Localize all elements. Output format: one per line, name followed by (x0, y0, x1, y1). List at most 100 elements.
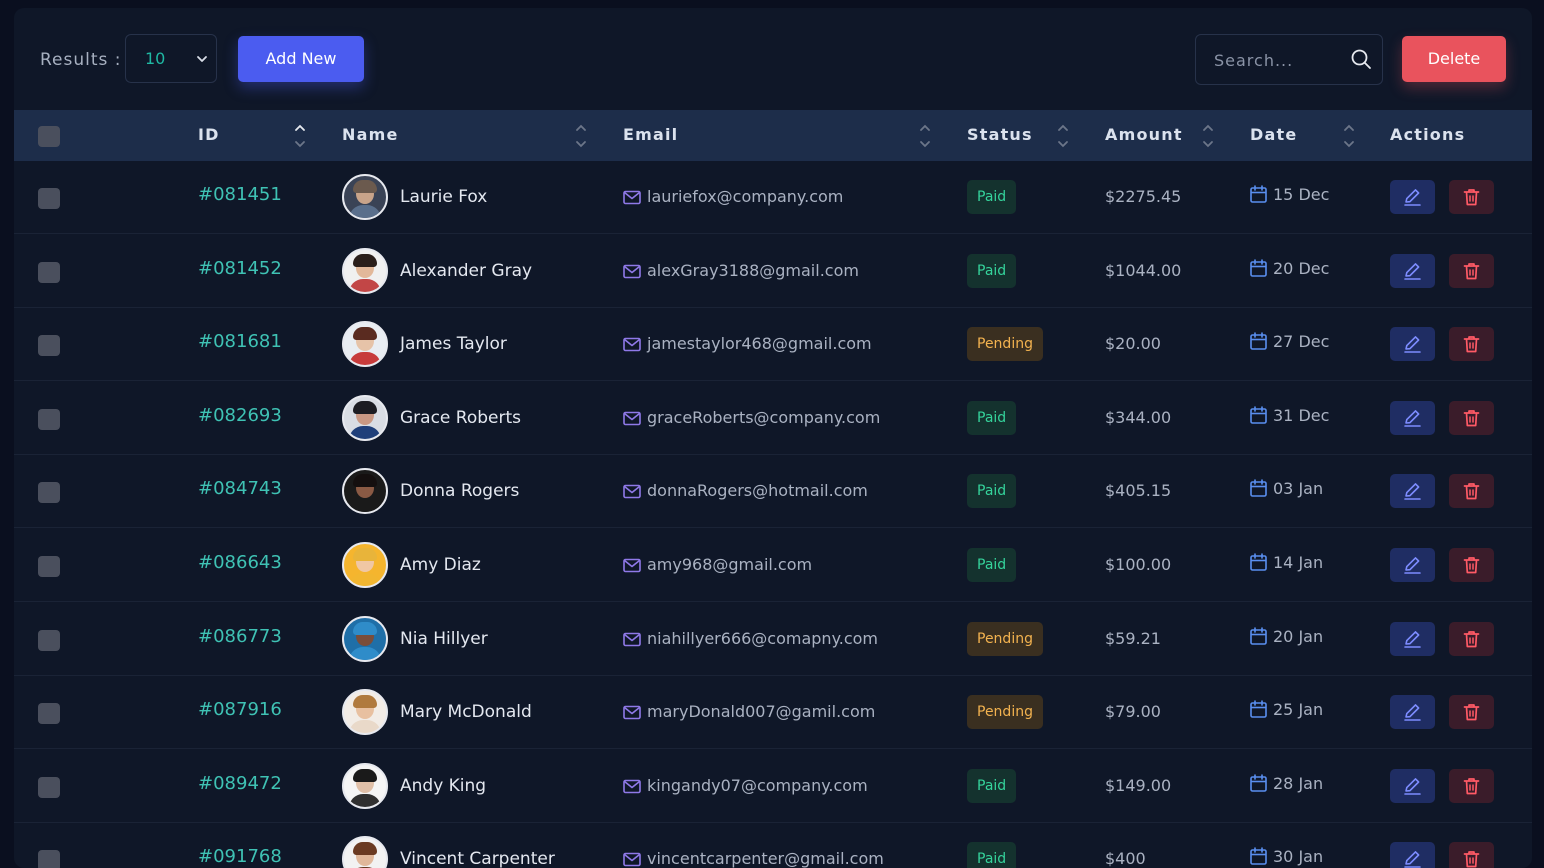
edit-button[interactable] (1390, 180, 1435, 214)
table-row[interactable]: #087916 Mary McDonald maryDonald007@gamil.… (14, 676, 1532, 750)
search-input[interactable] (1214, 48, 1344, 72)
sort-icon[interactable] (1201, 123, 1215, 149)
column-header-amount[interactable]: Amount (1105, 125, 1183, 144)
row-checkbox[interactable] (38, 188, 60, 209)
edit-icon (1404, 630, 1421, 648)
column-header-email[interactable]: Email (623, 125, 678, 144)
table-row[interactable]: #086643 Amy Diaz amy968@gmail.com Paid $100.… (14, 529, 1532, 602)
row-email: graceRoberts@company.com (623, 408, 880, 427)
table-row[interactable]: #084743 Donna Rogers donnaRogers@hotmail.c… (14, 455, 1532, 529)
column-header-id[interactable]: ID (198, 125, 220, 144)
select-all-checkbox[interactable] (38, 126, 60, 147)
row-id[interactable]: #086643 (198, 552, 282, 573)
edit-button[interactable] (1390, 400, 1435, 435)
edit-button[interactable] (1390, 548, 1435, 582)
delete-row-button[interactable] (1449, 621, 1494, 656)
edit-button[interactable] (1390, 474, 1435, 509)
status-badge: Paid (967, 768, 1017, 803)
delete-row-button[interactable] (1449, 180, 1494, 214)
delete-row-button[interactable] (1449, 253, 1494, 288)
table-row[interactable]: #081681 James Taylor jamestaylor468@gmail.… (14, 308, 1532, 382)
row-checkbox[interactable] (38, 776, 60, 798)
status-badge: Paid (967, 180, 1017, 214)
row-checkbox[interactable] (38, 482, 60, 504)
row-name: Mary McDonald (400, 702, 532, 723)
add-new-button[interactable]: Add New (238, 36, 364, 82)
row-checkbox[interactable] (38, 261, 60, 283)
avatar (342, 247, 388, 294)
chevron-down-icon (197, 56, 207, 62)
row-id[interactable]: #086773 (198, 626, 282, 647)
row-email: donnaRogers@hotmail.com (623, 481, 868, 500)
table-row[interactable]: #091768 Vincent Carpenter vincentcarpenter… (14, 823, 1532, 868)
row-date-text: 27 Dec (1273, 332, 1330, 352)
row-date: 15 Dec (1250, 185, 1329, 204)
status-badge: Pending (967, 327, 1043, 362)
sort-icon[interactable] (293, 123, 307, 149)
edit-button[interactable] (1390, 768, 1435, 803)
row-id[interactable]: #081451 (198, 184, 282, 205)
row-checkbox[interactable] (38, 408, 60, 430)
row-email: kingandy07@company.com (623, 776, 868, 795)
table-row[interactable]: #082693 Grace Roberts graceRoberts@company… (14, 382, 1532, 455)
status-badge: Pending (967, 621, 1043, 656)
row-amount: $149.00 (1105, 775, 1172, 795)
row-checkbox[interactable] (38, 556, 60, 577)
delete-row-button[interactable] (1449, 842, 1494, 868)
delete-row-button[interactable] (1449, 474, 1494, 509)
avatar (342, 321, 388, 368)
results-per-page-value: 10 (145, 49, 166, 68)
row-id[interactable]: #084743 (198, 478, 282, 499)
edit-button[interactable] (1390, 842, 1435, 868)
row-id[interactable]: #082693 (198, 405, 282, 426)
row-checkbox[interactable] (38, 850, 60, 868)
row-id[interactable]: #089472 (198, 773, 282, 794)
delete-row-button[interactable] (1449, 695, 1494, 730)
results-per-page-select[interactable]: 10 (125, 34, 217, 83)
row-email: vincentcarpenter@gmail.com (623, 849, 884, 868)
row-date-text: 20 Jan (1273, 626, 1324, 646)
search-box[interactable] (1195, 34, 1383, 85)
status-badge: Paid (967, 548, 1017, 582)
row-amount: $100.00 (1105, 555, 1172, 574)
column-header-status[interactable]: Status (967, 125, 1033, 144)
row-date: 30 Jan (1250, 847, 1323, 866)
row-amount: $400 (1105, 849, 1146, 868)
sort-icon[interactable] (1056, 123, 1070, 149)
edit-button[interactable] (1390, 253, 1435, 288)
row-amount: $2275.45 (1105, 187, 1182, 206)
row-checkbox[interactable] (38, 629, 60, 651)
delete-row-button[interactable] (1449, 400, 1494, 435)
table-row[interactable]: #081451 Laurie Fox lauriefox@company.com Pa… (14, 161, 1532, 234)
sort-icon[interactable] (574, 123, 588, 149)
calendar-icon (1250, 626, 1267, 645)
trash-icon (1463, 336, 1480, 353)
row-email: jamestaylor468@gmail.com (623, 334, 872, 353)
row-checkbox[interactable] (38, 335, 60, 357)
table-row[interactable]: #081452 Alexander Gray alexGray3188@gmail.… (14, 235, 1532, 308)
edit-button[interactable] (1390, 621, 1435, 656)
row-date: 25 Jan (1250, 700, 1323, 719)
row-checkbox[interactable] (38, 703, 60, 725)
row-amount: $79.00 (1105, 702, 1161, 722)
edit-button[interactable] (1390, 695, 1435, 730)
table-row[interactable]: #086773 Nia Hillyer niahillyer666@comapny.… (14, 603, 1532, 676)
edit-button[interactable] (1390, 327, 1435, 362)
mail-icon (623, 337, 641, 352)
search-icon[interactable] (1350, 48, 1372, 70)
row-id[interactable]: #081681 (198, 331, 282, 352)
sort-icon[interactable] (918, 123, 932, 149)
delete-row-button[interactable] (1449, 548, 1494, 582)
row-id[interactable]: #081452 (198, 258, 282, 279)
row-id[interactable]: #091768 (198, 846, 282, 867)
table-row[interactable]: #089472 Andy King kingandy07@company.com Pa… (14, 750, 1532, 823)
mail-icon (623, 264, 641, 278)
column-header-name[interactable]: Name (342, 125, 399, 144)
row-id[interactable]: #087916 (198, 699, 282, 720)
column-header-date[interactable]: Date (1250, 125, 1297, 144)
sort-icon[interactable] (1342, 123, 1356, 149)
delete-row-button[interactable] (1449, 768, 1494, 803)
delete-button[interactable]: Delete (1402, 36, 1506, 82)
trash-icon (1463, 777, 1480, 795)
delete-row-button[interactable] (1449, 327, 1494, 362)
